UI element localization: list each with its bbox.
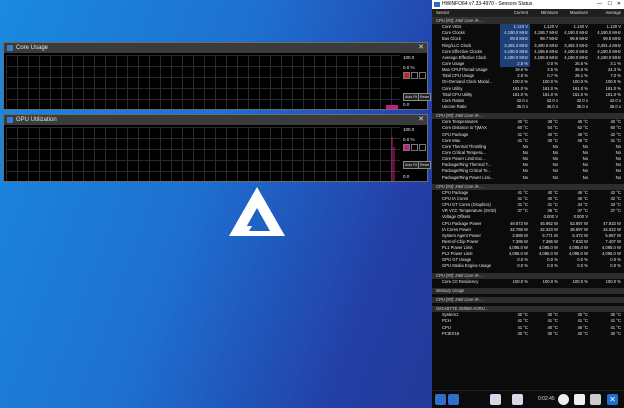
nav-back-icon[interactable] (435, 394, 446, 405)
average-value: No (615, 174, 621, 180)
cpu-trace-spike (386, 105, 398, 109)
sensor-row[interactable]: GPU Media Engine Usage 0.0 % 0.0 % 0.0 % 0.0… (432, 263, 624, 269)
reset-button[interactable]: Reset (418, 93, 432, 101)
current-value: 0.0 % (403, 65, 415, 70)
minimum-value: 30 °C (547, 330, 558, 336)
gpu-utilization-title: GPU Utilization (16, 117, 57, 123)
scale-min: 0.0 (403, 174, 410, 179)
col-current[interactable]: Current (500, 9, 530, 17)
col-minimum[interactable]: Minimum (530, 9, 560, 17)
sensor-name: Package/Ring Power Limi... (442, 174, 494, 180)
gpu-utilization-titlebar[interactable]: GPU Utilization ✕ (4, 115, 427, 125)
maximum-value: No (582, 174, 588, 180)
close-icon[interactable]: ✕ (418, 43, 424, 53)
sensor-list: CPU [#0]: Intel Core i9-... Core VIDs 1.12… (432, 18, 624, 337)
current-value: 30 °C (517, 330, 528, 336)
minimize-icon[interactable]: — (597, 0, 602, 9)
col-sensor[interactable]: Sensor (432, 9, 500, 17)
minimum-value: 35.0 x (546, 103, 558, 109)
gear-icon[interactable] (590, 394, 601, 405)
color-swatch-2[interactable] (411, 144, 418, 151)
reset-button[interactable]: Reset (418, 161, 432, 169)
average-value: 35.0 x (609, 103, 621, 109)
maximum-value: 0.0 % (577, 263, 588, 269)
hwinfo-window-icon (7, 45, 13, 51)
column-header: Sensor Current Minimum Maximum Average (432, 9, 624, 18)
nav-forward-icon[interactable] (448, 394, 459, 405)
color-swatch-3[interactable] (419, 72, 426, 79)
sensor-name: Memory Usage (436, 287, 465, 293)
sensor-name: PCIEX16 (442, 330, 460, 336)
color-swatch-2[interactable] (411, 72, 418, 79)
maximize-icon[interactable]: ☐ (608, 0, 612, 9)
core-usage-title: Core Usage (16, 45, 49, 51)
current-value: 35.0 x (516, 103, 528, 109)
average-value: 0.0 % (610, 263, 621, 269)
network-icon[interactable] (490, 394, 501, 405)
hwinfo-logo-icon (434, 2, 440, 7)
sensor-row[interactable]: Package/Ring Power Limi... No No No No (432, 175, 624, 181)
scale-min: 0.0 (403, 102, 410, 107)
scale-max: 100.0 (403, 127, 415, 132)
core-usage-plot (6, 55, 400, 109)
close-icon[interactable]: ✕ (607, 394, 618, 405)
maximum-value: 30 °C (577, 330, 588, 336)
window-title: HWiNFO64 v7.33-4970 - Sensors Status (442, 1, 533, 7)
hwinfo-window-icon (7, 117, 13, 123)
report-icon[interactable] (574, 394, 585, 405)
average-value: 100.0 % (605, 278, 621, 284)
desktop-logo-icon (229, 187, 285, 236)
auto-fit-button[interactable]: Auto Fit (403, 161, 420, 169)
settings-compare-icon[interactable] (512, 394, 523, 405)
sensor-row[interactable]: Uncore Ratio 35.0 x 35.0 x 35.0 x 35.0 x (432, 104, 624, 110)
average-value: 30 °C (610, 330, 621, 336)
gpu-utilization-traces (391, 137, 395, 181)
current-value: 100.0 % (512, 278, 528, 284)
timer: 0:02:45 (538, 396, 555, 402)
scale-max: 100.0 (403, 55, 415, 60)
sensor-row[interactable]: PCIEX16 30 °C 30 °C 30 °C 30 °C (432, 331, 624, 337)
minimum-value: 0.0 % (547, 263, 558, 269)
sensor-name: Uncore Ratio (442, 103, 467, 109)
current-value: No (522, 174, 528, 180)
sensor-row[interactable]: Core C0 Residency 100.0 % 100.0 % 100.0 % 10… (432, 279, 624, 285)
bottom-toolbar: 0:02:45 ✕ (432, 390, 624, 408)
sensor-name: Core C0 Residency (442, 278, 479, 284)
gpu-utilization-window[interactable]: GPU Utilization ✕ 100.0 0.0 % Auto Fit R… (3, 114, 432, 182)
core-usage-traces (386, 105, 398, 109)
current-value: 0.0 % (517, 263, 528, 269)
minimum-value: 100.0 % (542, 278, 558, 284)
maximum-value: 35.0 x (576, 103, 588, 109)
sensor-name: CPU [#0]: Intel Core i9-... (436, 297, 483, 303)
col-average[interactable]: Average (590, 9, 623, 17)
minimum-value: No (552, 174, 558, 180)
magenta-color-swatch[interactable] (403, 144, 410, 151)
sensor-name: GPU Media Engine Usage (442, 263, 492, 269)
color-swatch-3[interactable] (419, 144, 426, 151)
clock-icon[interactable] (558, 394, 569, 405)
close-icon[interactable]: ✕ (617, 0, 621, 9)
auto-fit-button[interactable]: Auto Fit (403, 93, 420, 101)
core-usage-window[interactable]: Core Usage ✕ 100.0 0.0 % Auto Fit Reset … (3, 42, 432, 110)
core-usage-titlebar[interactable]: Core Usage ✕ (4, 43, 427, 53)
red-color-swatch[interactable] (403, 72, 410, 79)
gpu-utilization-plot (6, 127, 400, 181)
col-maximum[interactable]: Maximum (560, 9, 590, 17)
sensors-titlebar[interactable]: HWiNFO64 v7.33-4970 - Sensors Status — ☐… (432, 0, 624, 9)
current-value: 0.0 % (403, 137, 415, 142)
close-icon[interactable]: ✕ (418, 115, 424, 125)
maximum-value: 100.0 % (572, 278, 588, 284)
sensors-status-window[interactable]: HWiNFO64 v7.33-4970 - Sensors Status — ☐… (432, 0, 624, 408)
